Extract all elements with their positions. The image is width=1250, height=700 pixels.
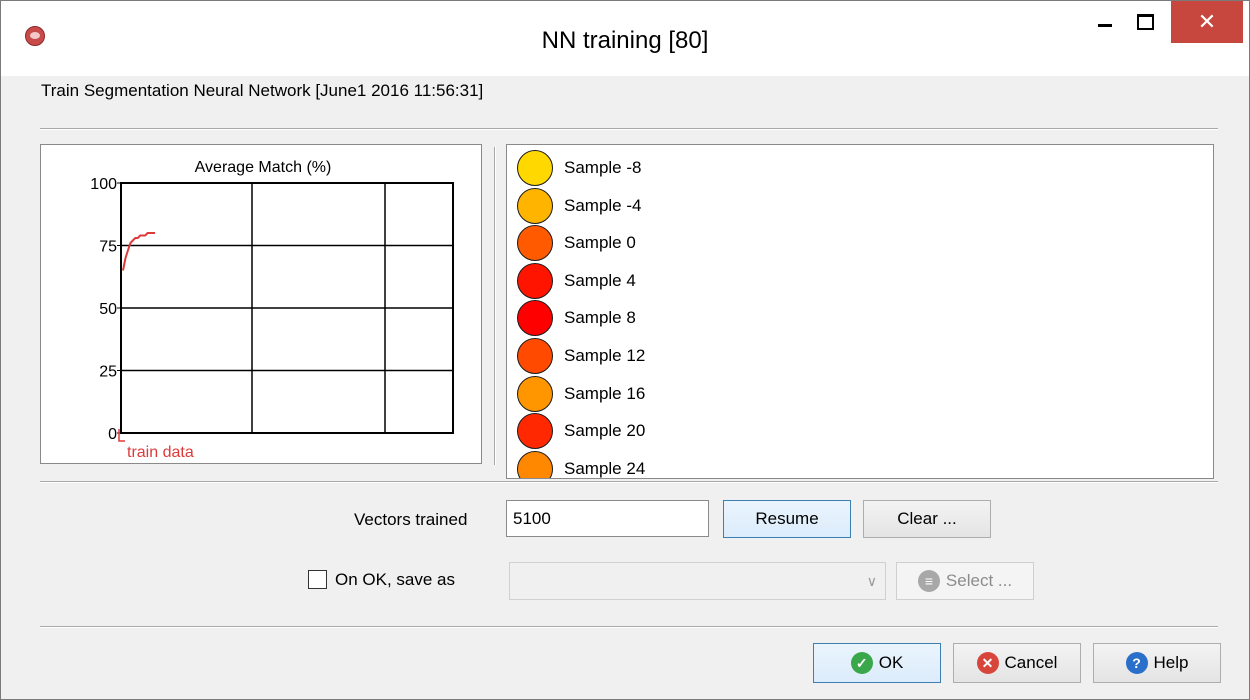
panel-divider (494, 147, 496, 465)
average-match-chart: Average Match (%) 100 75 50 25 0 train data (40, 144, 482, 464)
check-icon: ✓ (850, 652, 873, 674)
save-as-select: ∨ (509, 562, 886, 600)
sample-label: Sample 12 (564, 346, 646, 365)
sample-color-swatch (517, 225, 553, 262)
sample-item[interactable]: Sample 8 (517, 300, 636, 337)
chevron-down-icon: ∨ (866, 573, 877, 589)
series-line-train-data (122, 232, 155, 271)
close-button[interactable]: ✕ (1171, 1, 1243, 43)
ok-button[interactable]: ✓ OK (813, 643, 941, 683)
help-label: Help (1153, 653, 1189, 672)
sample-item[interactable]: Sample 20 (517, 413, 646, 450)
sample-color-swatch (517, 413, 553, 450)
minimize-icon (1098, 23, 1112, 27)
cancel-label: Cancel (1004, 653, 1058, 672)
help-icon: ? (1125, 652, 1148, 674)
sample-color-swatch (517, 262, 553, 299)
sample-color-swatch (517, 338, 553, 374)
window-title: NN training [80] (541, 27, 709, 54)
sample-item[interactable]: Sample 0 (517, 225, 636, 262)
maximize-icon (1136, 14, 1154, 30)
sample-label: Sample 8 (564, 308, 636, 328)
top-divider (40, 128, 1218, 130)
dialog-subtitle: Train Segmentation Neural Network [June1… (41, 81, 484, 100)
sample-label: Sample 24 (564, 458, 646, 478)
middle-divider (40, 481, 1218, 483)
cancel-button[interactable]: ✕ Cancel (953, 643, 1081, 683)
maximize-button[interactable] (1126, 1, 1164, 43)
help-button[interactable]: ? Help (1093, 643, 1221, 683)
y-tick-label: 0 (108, 426, 117, 443)
ok-label: OK (878, 653, 904, 672)
select-button: ≡ Select ... (896, 562, 1034, 600)
sample-color-swatch (517, 375, 553, 412)
sample-item[interactable]: Sample 4 (517, 262, 636, 299)
chart-title: Average Match (%) (195, 159, 332, 176)
bottom-divider (40, 626, 1218, 628)
minimize-button[interactable] (1086, 1, 1124, 43)
sample-color-swatch (517, 450, 553, 478)
chart-svg: Average Match (%) 100 75 50 25 0 train data (90, 159, 454, 461)
y-tick-label: 75 (99, 239, 117, 256)
clear-button[interactable]: Clear ... (863, 500, 991, 538)
title-bar: NN training [80] ✕ (1, 1, 1249, 76)
resume-button[interactable]: Resume (723, 500, 851, 538)
sample-item[interactable]: Sample 24 (517, 450, 646, 478)
vectors-trained-field[interactable] (506, 500, 709, 537)
sample-label: Sample 16 (564, 383, 646, 403)
save-on-ok-label: On OK, save as (335, 570, 455, 589)
select-button-label: Select ... (945, 571, 1013, 590)
cancel-icon: ✕ (976, 652, 999, 674)
sample-item[interactable]: Sample -4 (517, 187, 642, 224)
y-tick-label: 25 (99, 364, 117, 381)
nn-training-dialog: NN training [80] ✕ Train Segmentation Ne… (0, 0, 1250, 700)
save-on-ok-checkbox[interactable] (308, 570, 327, 589)
y-tick-label: 100 (90, 176, 117, 193)
y-tick-label: 50 (99, 301, 117, 318)
list-icon: ≡ (917, 570, 940, 592)
sample-label: Sample -4 (564, 195, 642, 215)
sample-label: Sample 20 (564, 421, 646, 441)
sample-label: Sample 4 (564, 270, 636, 290)
sample-label: Sample -8 (564, 158, 642, 177)
vectors-trained-label: Vectors trained (354, 510, 468, 529)
legend-train-data: train data (127, 444, 194, 461)
sample-label: Sample 0 (564, 233, 636, 253)
sample-color-swatch (517, 300, 553, 337)
sample-color-swatch (517, 187, 553, 224)
sample-item[interactable]: Sample 16 (517, 375, 646, 412)
sample-color-swatch (517, 150, 553, 186)
sample-item[interactable]: Sample -8 (517, 150, 641, 186)
sample-item[interactable]: Sample 12 (517, 338, 645, 374)
close-icon: ✕ (1197, 9, 1217, 34)
sample-list[interactable]: Sample -8 Sample -4 Sample 0 Sample 4 Sample… (506, 144, 1214, 479)
